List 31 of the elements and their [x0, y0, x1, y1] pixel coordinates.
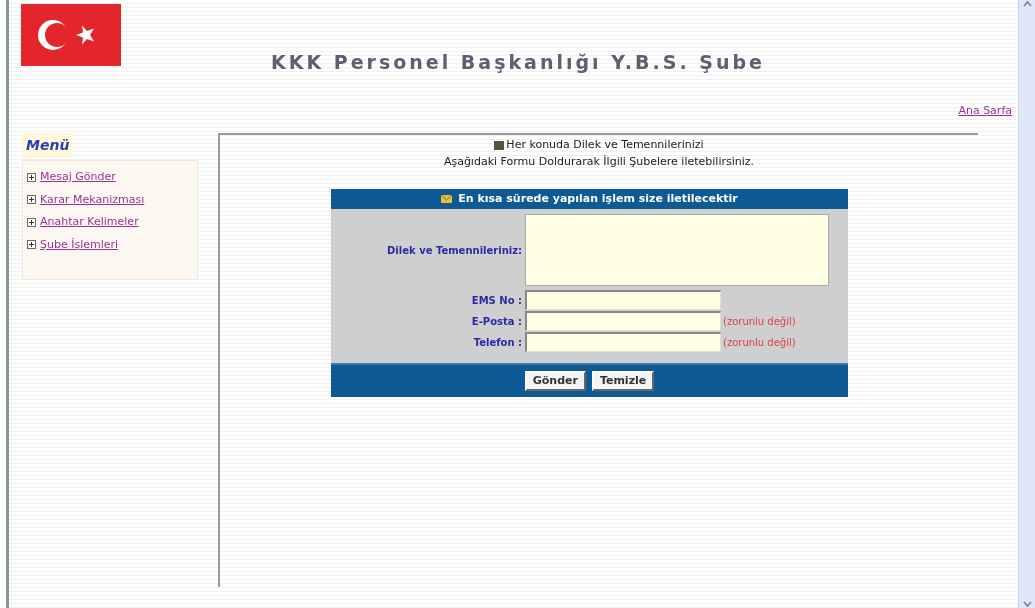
document-icon — [494, 140, 505, 150]
field-label: Dilek ve Temennileriniz: — [386, 243, 523, 258]
menu-link[interactable]: Şube İşlemleri — [40, 236, 119, 253]
intro-text: Her konuda Dilek ve Temennilerinizi — [506, 137, 704, 153]
menu-link[interactable]: Mesaj Gönder — [40, 169, 116, 186]
form-button[interactable]: Gönder — [524, 371, 586, 391]
plus-box-icon — [27, 217, 36, 227]
intro-text: Aşağıdaki Formu Doldurarak İlgili Şubelere iletebilirsiniz. — [443, 153, 755, 170]
field-label: Telefon : — [472, 335, 523, 350]
form-button[interactable]: Temizle — [591, 371, 655, 391]
menu-link[interactable]: Karar Mekanizması — [40, 191, 145, 208]
plus-box-icon — [27, 195, 36, 205]
scroll-down-icon[interactable] — [1022, 599, 1032, 608]
plus-box-icon — [27, 240, 36, 250]
field-label: EMS No : — [470, 293, 523, 308]
input-field[interactable] — [525, 311, 721, 331]
scroll-up-icon[interactable] — [1022, 0, 1032, 9]
input-field[interactable] — [525, 290, 721, 310]
page-title: KKK Personel Başkanlığı Y.B.S. Şube — [271, 50, 765, 75]
optional-note: (zorunlu değil) — [723, 335, 796, 350]
input-field[interactable] — [525, 332, 721, 352]
scrollbar[interactable] — [1018, 0, 1035, 608]
home-link[interactable]: Ana Sarfa — [958, 102, 1012, 119]
form-banner-text: En kısa sürede yapılan işlem size iletilecektir — [458, 190, 738, 207]
field-label: E-Posta : — [470, 314, 523, 329]
plus-box-icon — [27, 172, 36, 182]
envelope-icon — [441, 195, 453, 203]
optional-note: (zorunlu değil) — [723, 314, 796, 329]
menu-link[interactable]: Anahtar Kelimeler — [40, 214, 139, 231]
input-field[interactable] — [525, 214, 829, 286]
menu-title: Menü — [22, 133, 74, 158]
